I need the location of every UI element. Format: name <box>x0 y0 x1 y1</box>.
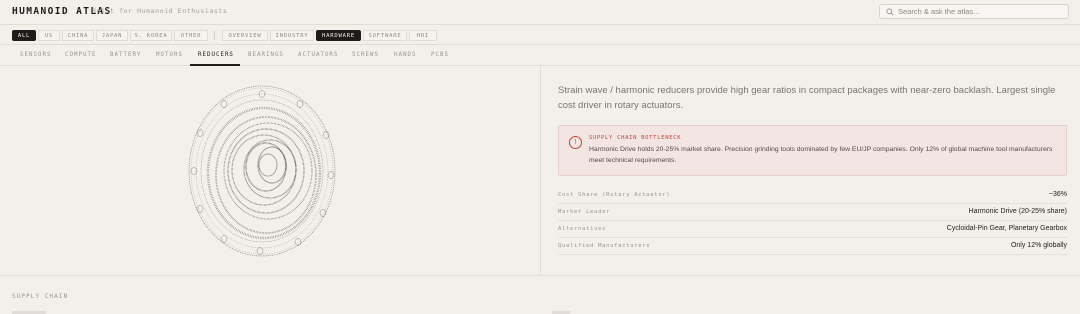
view-chip-hardware[interactable]: HARDWARE <box>316 30 361 41</box>
tab-pcbs[interactable]: PCBS <box>431 52 449 58</box>
tab-bearings[interactable]: BEARINGS <box>248 52 284 58</box>
spec-row: Alternatives Cycloidal-Pin Gear, Planeta… <box>558 221 1067 238</box>
region-chip-other[interactable]: OTHER <box>174 30 208 41</box>
alert-icon: ! <box>569 136 582 149</box>
tab-screws[interactable]: SCREWS <box>352 52 379 58</box>
spec-table: Cost Share (Rotary Actuator) ~36% Market… <box>558 187 1067 255</box>
brand-tagline: Built for Humanoid Enthusiasts <box>92 7 228 15</box>
spec-label: Qualified Manufacturers <box>558 243 651 249</box>
spec-value: Cycloidal-Pin Gear, Planetary Gearbox <box>946 225 1067 232</box>
alert-text: Harmonic Drive holds 20-25% market share… <box>589 146 1053 164</box>
harmonic-reducer-illustration[interactable] <box>188 85 336 257</box>
filter-divider <box>214 31 215 40</box>
spec-label: Cost Share (Rotary Actuator) <box>558 192 671 198</box>
spec-row: Market Leader Harmonic Drive (20-25% sha… <box>558 204 1067 221</box>
alert-title: SUPPLY CHAIN BOTTLENECK <box>589 135 682 141</box>
region-chip-japan[interactable]: JAPAN <box>96 30 128 41</box>
component-description: Strain wave / harmonic reducers provide … <box>558 85 1056 111</box>
region-chip-s-korea[interactable]: S. KOREA <box>130 30 172 41</box>
region-chip-china[interactable]: CHINA <box>62 30 94 41</box>
reducer-visual-panel <box>0 66 541 276</box>
top-bar: HUMANOID ATLAS Built for Humanoid Enthus… <box>0 0 1080 25</box>
region-chip-us[interactable]: US <box>38 30 60 41</box>
component-detail: Strain wave / harmonic reducers provide … <box>0 66 1080 276</box>
spec-value: ~36% <box>1048 191 1067 198</box>
spec-label: Market Leader <box>558 209 611 215</box>
search-input[interactable] <box>898 7 1058 16</box>
tab-motors[interactable]: MOTORS <box>156 52 183 58</box>
filter-bar: ALL US CHINA JAPAN S. KOREA OTHER OVERVI… <box>0 25 1080 45</box>
spec-label: Alternatives <box>558 226 607 232</box>
view-chip-industry[interactable]: INDUSTRY <box>270 30 314 41</box>
spec-value: Only 12% globally <box>1010 242 1067 249</box>
tab-battery[interactable]: BATTERY <box>110 52 141 58</box>
tab-actuators[interactable]: ACTUATORS <box>298 52 338 58</box>
view-chip-overview[interactable]: OVERVIEW <box>222 30 268 41</box>
spec-value: Harmonic Drive (20-25% share) <box>968 208 1067 215</box>
search-icon <box>886 8 894 15</box>
view-chip-software[interactable]: SOFTWARE <box>363 30 407 41</box>
view-chip-hri[interactable]: HRI <box>409 30 437 41</box>
region-chip-all[interactable]: ALL <box>12 30 36 41</box>
spec-row: Qualified Manufacturers Only 12% globall… <box>558 238 1067 255</box>
tab-compute[interactable]: COMPUTE <box>65 52 96 58</box>
search-box[interactable] <box>879 4 1069 19</box>
spec-row: Cost Share (Rotary Actuator) ~36% <box>558 187 1067 204</box>
tab-reducers[interactable]: REDUCERS <box>198 52 234 58</box>
tab-sensors[interactable]: SENSORS <box>20 52 51 58</box>
tab-hands[interactable]: HANDS <box>394 52 416 58</box>
supply-chain-alert: ! SUPPLY CHAIN BOTTLENECK Harmonic Drive… <box>558 125 1067 176</box>
section-heading-supply-chain: SUPPLY CHAIN <box>12 294 69 300</box>
category-tabs: SENSORS COMPUTE BATTERY MOTORS REDUCERS … <box>0 45 1080 66</box>
